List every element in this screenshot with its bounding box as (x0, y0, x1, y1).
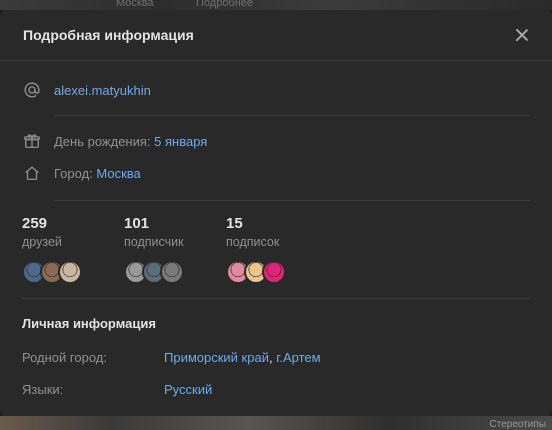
hometown-label: Родной город: (22, 350, 107, 365)
avatar[interactable] (262, 260, 286, 284)
friends-avatars (22, 260, 124, 284)
modal-title: Подробная информация (23, 27, 194, 43)
birthday-label: День рождения: (54, 133, 151, 149)
modal-content: alexei.matyukhin День рождения: 5 января (0, 65, 552, 397)
divider (22, 298, 530, 299)
languages-row: Языки: Русский (22, 382, 530, 397)
friends-label: друзей (22, 235, 62, 249)
hometown-row: Родной город: Приморский край, г.Артем (22, 350, 530, 365)
friends-count: 259 (22, 215, 48, 232)
subscriptions-counter[interactable]: 15 подписок (226, 215, 328, 284)
personal-info-title: Личная информация (22, 316, 156, 331)
background-page-top: Москва Подробнее (0, 0, 552, 10)
username-link[interactable]: alexei.matyukhin (54, 83, 151, 98)
followers-counter[interactable]: 101 подписчик (124, 215, 226, 284)
counters: 259 друзей 101 подписчик 15 подписок (22, 201, 530, 284)
subscriptions-label: подписок (226, 235, 280, 249)
followers-avatars (124, 260, 226, 284)
details-modal: Подробная информация alexei.matyukhin Де… (0, 10, 552, 416)
friends-counter[interactable]: 259 друзей (22, 215, 124, 284)
gift-icon (22, 131, 42, 151)
subscriptions-avatars (226, 260, 328, 284)
city-row: Город: Москва (22, 157, 530, 189)
background-caption-text: Стереотипы (489, 419, 546, 430)
followers-label: подписчик (124, 235, 184, 249)
username-row: alexei.matyukhin (22, 65, 530, 115)
languages-value[interactable]: Русский (164, 382, 212, 397)
close-icon[interactable] (512, 25, 532, 45)
divider (54, 115, 530, 116)
background-page-bottom: Стереотипы (0, 416, 552, 430)
subscriptions-count: 15 (226, 215, 243, 232)
city-value[interactable]: Москва (96, 166, 140, 181)
at-icon (22, 80, 42, 100)
avatar[interactable] (58, 260, 82, 284)
followers-count: 101 (124, 215, 150, 232)
avatar[interactable] (160, 260, 184, 284)
birthday-value[interactable]: 5 января (154, 134, 207, 149)
background-more-text: Подробнее (196, 0, 254, 9)
hometown-region-link[interactable]: Приморский край (164, 350, 269, 365)
birthday-row: День рождения: 5 января (22, 125, 530, 157)
modal-header: Подробная информация (0, 10, 552, 61)
languages-label: Языки: (22, 382, 64, 397)
hometown-city-link[interactable]: г.Артем (276, 350, 320, 365)
city-label: Город: (54, 165, 93, 181)
background-location-text: Москва (116, 0, 154, 9)
home-icon (22, 163, 42, 183)
